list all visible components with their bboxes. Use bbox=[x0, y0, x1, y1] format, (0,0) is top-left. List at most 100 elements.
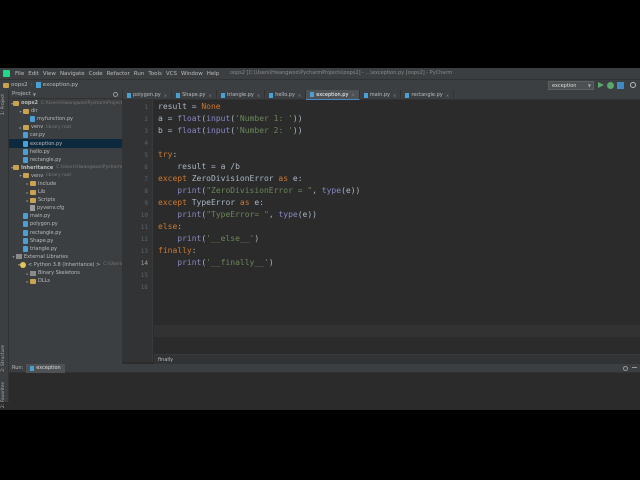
tree-item[interactable]: ▾InheritanceC:\Users\Hwangwoo\PycharmPro… bbox=[9, 164, 122, 172]
menu-view[interactable]: View bbox=[41, 71, 58, 77]
gear-icon[interactable] bbox=[623, 366, 628, 371]
editor-tab[interactable]: main.py × bbox=[360, 90, 402, 100]
tree-item[interactable]: ▾ venv library root bbox=[9, 172, 122, 180]
tree-item[interactable]: hello.py bbox=[9, 148, 122, 156]
editor-tab[interactable]: rectangle.py × bbox=[401, 90, 455, 100]
tree-item[interactable]: pyvenv.cfg bbox=[9, 204, 122, 212]
line-number: 8 bbox=[144, 188, 148, 195]
tree-item[interactable]: exception.py bbox=[9, 139, 122, 148]
line-number: 16 bbox=[140, 284, 148, 291]
tree-item[interactable]: rectangle.py bbox=[9, 229, 122, 237]
line-number: 6 bbox=[144, 164, 148, 171]
tree-item-label: triangle.py bbox=[30, 245, 57, 252]
menu-tools[interactable]: Tools bbox=[146, 71, 164, 77]
close-icon[interactable]: × bbox=[257, 93, 260, 98]
menu-file[interactable]: File bbox=[13, 71, 26, 77]
tree-item[interactable]: myfunction.py bbox=[9, 115, 122, 123]
close-icon[interactable]: × bbox=[298, 93, 301, 98]
python-file-icon bbox=[23, 132, 28, 139]
menu-window[interactable]: Window bbox=[179, 71, 205, 77]
tree-item[interactable]: Shape.py bbox=[9, 237, 122, 245]
editor-tab-label: Shape.py bbox=[182, 92, 206, 98]
tree-item[interactable]: ▾oops2C:\Users\Hwangwoo\PycharmProjects\… bbox=[9, 99, 122, 107]
gear-icon[interactable] bbox=[113, 92, 118, 97]
project-tool-button[interactable]: 1: Project bbox=[1, 94, 6, 115]
editor-tab[interactable]: hello.py × bbox=[265, 90, 307, 100]
tree-item[interactable]: ▸ Include bbox=[9, 180, 122, 188]
tree-item[interactable]: ▸ DLLs bbox=[9, 277, 122, 285]
python-file-icon bbox=[35, 82, 41, 88]
tree-item[interactable]: ▸ Scripts bbox=[9, 196, 122, 204]
close-icon[interactable]: × bbox=[446, 93, 449, 98]
python-file-icon bbox=[23, 213, 28, 220]
run-tab-label: exception bbox=[36, 365, 61, 371]
project-panel: Project ▼ ▾ oops2 C:\Users\Hwangwoo\Pychar… bbox=[9, 90, 123, 364]
editor-tab-label: triangle.py bbox=[226, 92, 254, 98]
tree-item-label: oops2 bbox=[21, 100, 38, 107]
python-file-icon bbox=[23, 140, 28, 147]
code-line-1: result = None bbox=[158, 102, 221, 111]
run-config-select[interactable]: exception ▼ bbox=[548, 81, 594, 90]
tree-item[interactable]: ▸ Lib bbox=[9, 188, 122, 196]
editor-tab-label: exception.py bbox=[316, 91, 349, 98]
editor-tab[interactable]: polygon.py × bbox=[123, 90, 173, 100]
tree-item-label: venv bbox=[31, 124, 44, 131]
close-icon[interactable]: × bbox=[393, 93, 396, 98]
menu-edit[interactable]: Edit bbox=[26, 71, 41, 77]
tree-item[interactable]: ▾< Python 3.8 (Inheritance) >C:\Users\Hw… bbox=[9, 261, 122, 269]
tree-item[interactable]: ▾ External Libraries bbox=[9, 253, 122, 261]
editor-tab[interactable]: exception.py × bbox=[306, 90, 360, 100]
editor-breadcrumb[interactable]: finally bbox=[154, 354, 640, 364]
search-icon[interactable] bbox=[630, 82, 636, 88]
project-panel-header[interactable]: Project ▼ bbox=[9, 90, 122, 99]
python-file-icon bbox=[30, 116, 35, 123]
nav-project-crumb[interactable]: oops2 bbox=[0, 82, 31, 88]
tree-item[interactable]: rectangle.py bbox=[9, 156, 122, 164]
line-number: 12 bbox=[140, 236, 148, 243]
python-file-icon bbox=[23, 156, 28, 163]
line-number: 3 bbox=[144, 128, 148, 135]
close-icon[interactable]: × bbox=[164, 93, 167, 98]
coverage-icon[interactable] bbox=[617, 82, 624, 89]
tree-item-label: Scripts bbox=[38, 197, 56, 204]
run-tab-exception[interactable]: exception bbox=[26, 363, 65, 373]
pycharm-logo-icon bbox=[3, 70, 10, 77]
folder-icon bbox=[30, 181, 36, 187]
favorites-tool-button[interactable]: 2: Favorites bbox=[1, 382, 6, 408]
menu-run[interactable]: Run bbox=[132, 71, 147, 77]
breadcrumb-label: finally bbox=[158, 356, 174, 363]
nav-project-label: oops2 bbox=[11, 82, 28, 88]
code-editor[interactable]: result = None a = float(input('Number 1:… bbox=[154, 100, 640, 362]
python-file-icon bbox=[269, 92, 274, 98]
menu-navigate[interactable]: Navigate bbox=[58, 71, 87, 77]
run-icon[interactable] bbox=[598, 82, 604, 88]
tree-item[interactable]: ▸ venv library root bbox=[9, 123, 122, 131]
menu-vcs[interactable]: VCS bbox=[164, 71, 179, 77]
editor-tab[interactable]: triangle.py × bbox=[217, 90, 266, 100]
close-icon[interactable]: × bbox=[208, 93, 211, 98]
menu-refactor[interactable]: Refactor bbox=[105, 71, 132, 77]
editor-tab[interactable]: Shape.py × bbox=[172, 90, 217, 100]
folder-icon bbox=[30, 189, 36, 195]
line-number: 15 bbox=[140, 272, 148, 279]
tree-item[interactable]: car.py bbox=[9, 131, 122, 139]
debug-icon[interactable] bbox=[607, 82, 614, 89]
window-title: oops2 [C:\Users\Hwangwoo\PycharmProjects… bbox=[230, 70, 453, 76]
tree-item[interactable]: polygon.py bbox=[9, 220, 122, 228]
tree-item[interactable]: ▸ Binary Skeletons bbox=[9, 269, 122, 277]
tree-item[interactable]: main.py bbox=[9, 212, 122, 220]
structure-tool-button[interactable]: 2: Structure bbox=[1, 345, 6, 372]
code-line-7: except ZeroDivisionError as e: bbox=[158, 174, 303, 183]
nav-file-crumb[interactable]: exception.py bbox=[33, 82, 81, 88]
close-icon[interactable]: × bbox=[351, 92, 354, 97]
run-config-label: exception bbox=[552, 82, 577, 89]
editor-tabs: polygon.py × Shape.py × triangle.py × hello.py… bbox=[123, 90, 640, 100]
left-tool-strip: 1: Project 2: Structure 2: Favorites bbox=[0, 90, 9, 408]
tree-item[interactable]: ▾ dir bbox=[9, 107, 122, 115]
tree-item[interactable]: triangle.py bbox=[9, 245, 122, 253]
line-number: 14 bbox=[140, 260, 148, 267]
menu-help[interactable]: Help bbox=[205, 71, 222, 77]
menu-code[interactable]: Code bbox=[87, 71, 105, 77]
folder-icon bbox=[13, 165, 20, 171]
minimize-icon[interactable] bbox=[632, 367, 637, 368]
